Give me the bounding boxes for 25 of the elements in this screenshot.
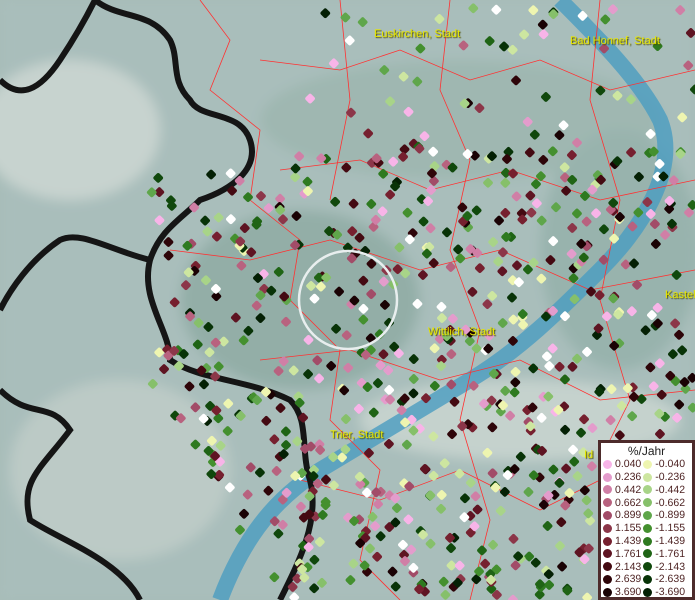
legend-value: -1.155 [655, 523, 686, 534]
legend-value: 2.639 [615, 574, 642, 585]
legend-value: -2.639 [655, 574, 686, 585]
legend-value: 3.690 [615, 587, 642, 598]
legend-value: -3.690 [655, 587, 686, 598]
legend-value: -0.899 [655, 510, 686, 521]
legend-value: 1.439 [615, 536, 642, 546]
legend-value: -1.439 [655, 536, 686, 546]
legend-value: 1.155 [615, 523, 642, 534]
legend-value: -0.040 [655, 459, 686, 470]
place-label: Id [584, 450, 594, 461]
legend-value: 1.761 [615, 548, 642, 560]
place-label: Kastel [665, 290, 695, 301]
legend-value: -0.442 [655, 484, 686, 496]
legend-value: 0.040 [615, 459, 642, 470]
legend-value: 2.143 [615, 562, 642, 572]
legend-value: -0.662 [655, 498, 686, 508]
legend-value: -1.761 [655, 548, 686, 560]
legend-value: 0.662 [615, 498, 642, 508]
legend-value: -2.143 [655, 562, 686, 572]
legend-value: -0.236 [655, 472, 686, 482]
legend-value: 0.899 [615, 510, 642, 521]
legend-value: 0.442 [615, 484, 642, 496]
legend-title: %/Jahr [626, 444, 666, 458]
legend-value: 0.236 [615, 472, 642, 482]
